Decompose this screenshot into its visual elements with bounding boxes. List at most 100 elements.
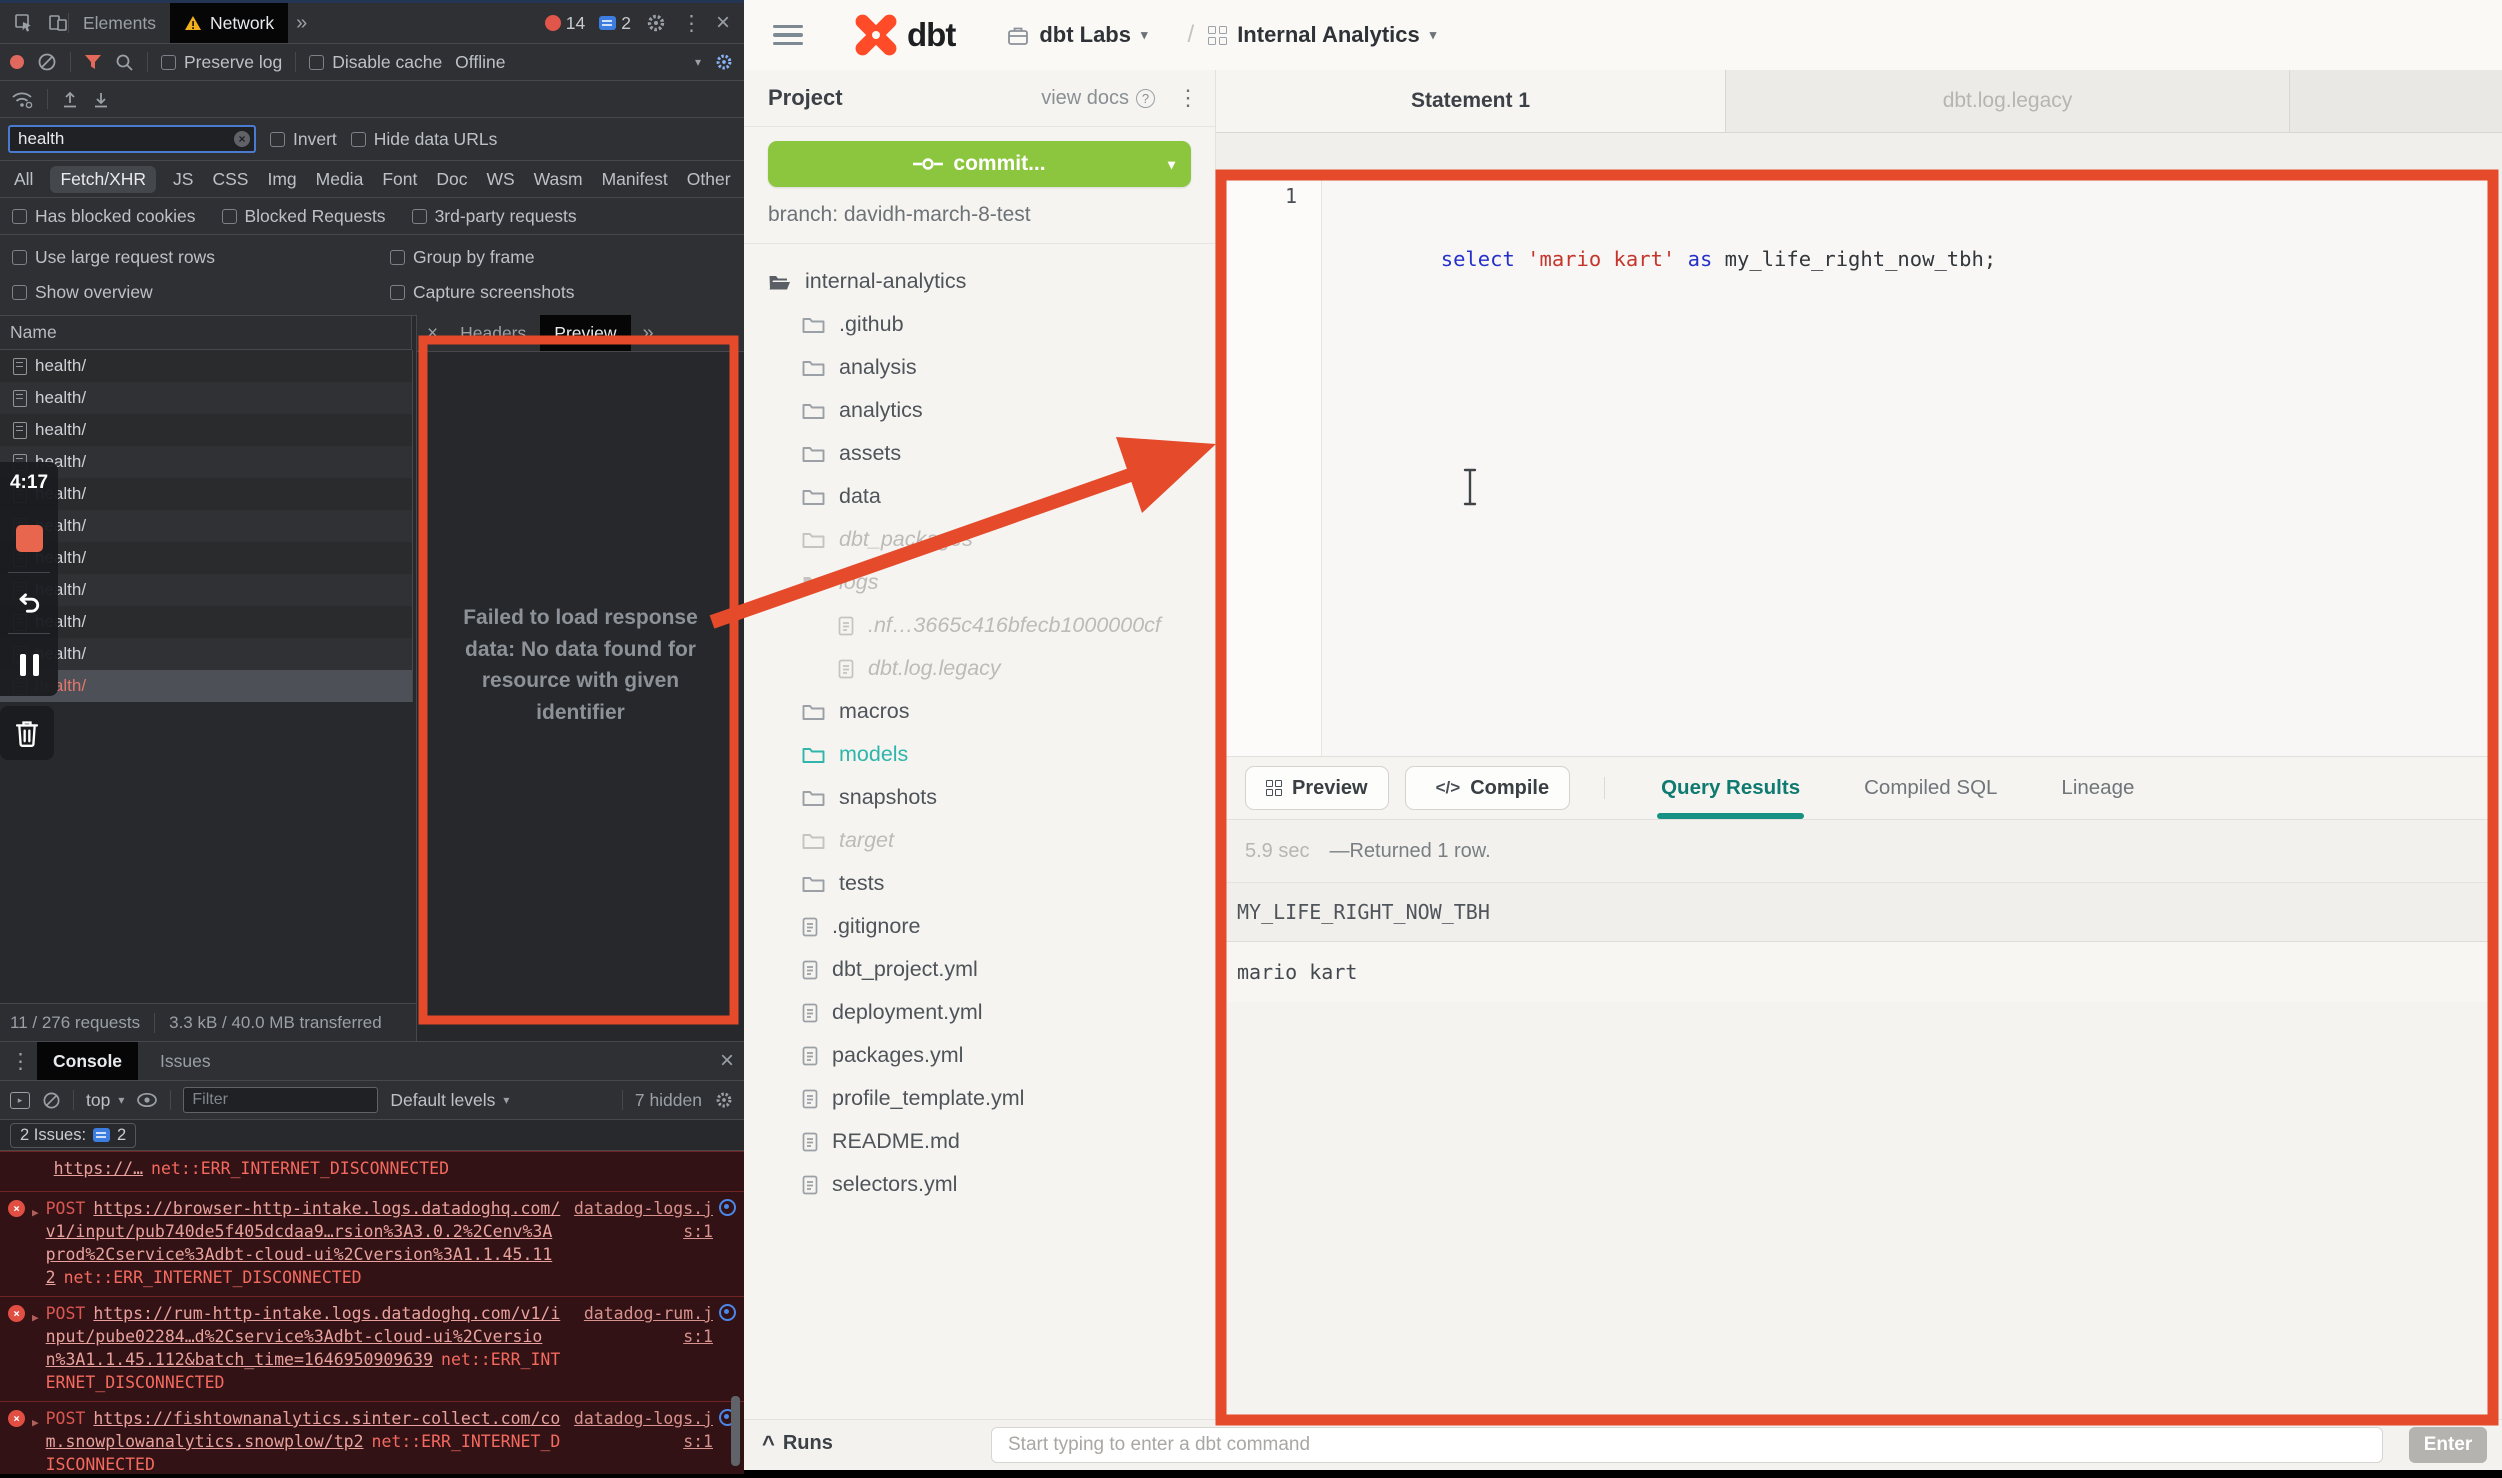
source-badge-icon[interactable]	[719, 1199, 736, 1216]
console-sidebar-icon[interactable]: ▸	[10, 1092, 30, 1109]
inspect-element-icon[interactable]	[14, 13, 34, 33]
search-icon[interactable]	[115, 53, 134, 72]
preview-button[interactable]: Preview	[1245, 766, 1389, 810]
device-toolbar-icon[interactable]	[48, 13, 68, 33]
file-tree-item[interactable]: deployment.yml	[744, 991, 1215, 1034]
filter-funnel-icon[interactable]	[84, 54, 102, 70]
type-filter[interactable]: Img	[265, 166, 298, 193]
preserve-log-checkbox[interactable]: Preserve log	[161, 52, 282, 73]
clear-icon[interactable]	[37, 52, 57, 72]
throttling-caret-icon[interactable]: ▾	[695, 55, 701, 69]
network-request-row[interactable]: health/	[0, 606, 412, 638]
network-conditions-icon[interactable]	[10, 89, 34, 109]
sidebar-menu-icon[interactable]: ⋮	[1177, 85, 1199, 111]
detail-tab[interactable]: Preview	[540, 315, 630, 351]
more-tabs-icon[interactable]: »	[288, 12, 315, 35]
clear-console-icon[interactable]	[42, 1091, 61, 1110]
file-tree-item[interactable]: assets	[744, 432, 1215, 475]
results-tab[interactable]: Compiled SQL	[1864, 757, 1997, 819]
close-detail-icon[interactable]: ×	[427, 324, 438, 343]
error-count-badge[interactable]: 14	[545, 13, 585, 34]
network-settings-gear-icon[interactable]	[714, 52, 734, 72]
network-option-checkbox[interactable]: 3rd-party requests	[412, 206, 577, 227]
type-filter[interactable]: WS	[484, 166, 516, 193]
network-request-row[interactable]: health/	[0, 382, 412, 414]
tab-elements[interactable]: Elements	[69, 3, 170, 43]
console-filter-input[interactable]	[183, 1087, 378, 1113]
expand-arrow-icon[interactable]: ▶	[32, 1201, 39, 1224]
type-filter[interactable]: CSS	[210, 166, 250, 193]
type-filter[interactable]: All	[12, 166, 35, 193]
file-tree-item[interactable]: dbt_project.yml	[744, 948, 1215, 991]
close-drawer-icon[interactable]: ×	[720, 1049, 734, 1073]
file-tree-item[interactable]: snapshots	[744, 776, 1215, 819]
file-tree-item[interactable]: selectors.yml	[744, 1163, 1215, 1206]
issues-chip[interactable]: 2 Issues: 2	[10, 1123, 136, 1148]
file-tree-item[interactable]: data	[744, 475, 1215, 518]
commit-dropdown-icon[interactable]: ▾	[1168, 156, 1175, 173]
expand-arrow-icon[interactable]: ▶	[32, 1411, 39, 1434]
network-option-checkbox[interactable]: Capture screenshots	[390, 282, 732, 303]
delete-recording-button[interactable]	[0, 706, 54, 760]
enter-button[interactable]: Enter	[2409, 1427, 2487, 1463]
file-tree-item[interactable]: .nf…3665c416bfecb1000000cf	[744, 604, 1215, 647]
error-source-link[interactable]: datadog-rum.js:1	[568, 1302, 713, 1348]
commit-button[interactable]: commit... ▾	[768, 141, 1191, 187]
project-switcher[interactable]: Internal Analytics ▾	[1208, 22, 1436, 48]
expand-arrow-icon[interactable]: ▶	[32, 1306, 39, 1329]
close-devtools-icon[interactable]: ×	[716, 11, 730, 35]
throttling-dropdown[interactable]: Offline	[455, 52, 505, 73]
hide-data-urls-checkbox[interactable]: Hide data URLs	[351, 129, 498, 150]
file-tree-item[interactable]: logs	[744, 561, 1215, 604]
runs-toggle[interactable]: ^Runs	[762, 1432, 833, 1455]
network-request-row[interactable]: health/	[0, 638, 412, 670]
error-source-link[interactable]: datadog-logs.js:1	[568, 1197, 713, 1243]
editor-tab[interactable]: Statement 1	[1216, 70, 1726, 132]
network-request-row[interactable]: health/	[0, 510, 412, 542]
network-option-checkbox[interactable]: Has blocked cookies	[12, 206, 196, 227]
console-settings-gear-icon[interactable]	[714, 1090, 734, 1110]
type-filter[interactable]: Doc	[434, 166, 469, 193]
detail-tab[interactable]: Headers	[446, 315, 540, 351]
network-option-checkbox[interactable]: Show overview	[12, 282, 390, 303]
file-tree-item[interactable]: profile_template.yml	[744, 1077, 1215, 1120]
tab-network[interactable]: Network	[170, 3, 288, 43]
settings-gear-icon[interactable]	[645, 12, 667, 34]
error-source-link[interactable]: datadog-logs.js:1	[568, 1407, 713, 1453]
devtools-menu-icon[interactable]: ⋮	[681, 11, 702, 36]
network-option-checkbox[interactable]: Use large request rows	[12, 247, 390, 268]
file-tree-item[interactable]: dbt.log.legacy	[744, 647, 1215, 690]
stop-recording-button[interactable]	[0, 504, 58, 572]
network-request-row[interactable]: health/	[0, 414, 412, 446]
results-row[interactable]: mario kart	[1221, 942, 2494, 1003]
dbt-logo[interactable]: dbt	[853, 12, 955, 58]
account-switcher[interactable]: dbt Labs ▾	[1007, 22, 1147, 48]
file-tree-item[interactable]: internal-analytics	[744, 260, 1215, 303]
compile-button[interactable]: </> Compile	[1405, 766, 1571, 810]
file-tree-item[interactable]: models	[744, 733, 1215, 776]
network-request-row[interactable]: health/	[0, 542, 412, 574]
disable-cache-checkbox[interactable]: Disable cache	[309, 52, 442, 73]
file-tree-item[interactable]: packages.yml	[744, 1034, 1215, 1077]
context-selector[interactable]: top▾	[86, 1090, 124, 1111]
tab-console[interactable]: Console	[37, 1042, 138, 1080]
record-icon[interactable]	[10, 55, 24, 69]
network-filter-input[interactable]	[8, 125, 256, 153]
type-filter[interactable]: Other	[685, 166, 733, 193]
log-levels-dropdown[interactable]: Default levels▾	[390, 1090, 509, 1111]
invert-checkbox[interactable]: Invert	[270, 129, 337, 150]
view-docs-link[interactable]: view docs?	[1041, 87, 1155, 110]
file-tree-item[interactable]: analysis	[744, 346, 1215, 389]
results-tab[interactable]: Query Results	[1661, 757, 1800, 819]
file-tree-item[interactable]: target	[744, 819, 1215, 862]
network-request-row[interactable]: health/	[0, 446, 412, 478]
tab-issues[interactable]: Issues	[144, 1042, 227, 1080]
network-request-row[interactable]: health/	[0, 478, 412, 510]
results-tab[interactable]: Lineage	[2061, 757, 2134, 819]
type-filter[interactable]: Font	[380, 166, 419, 193]
error-url-link[interactable]: https://…	[54, 1159, 143, 1178]
clear-filter-icon[interactable]: ×	[234, 131, 250, 147]
eye-icon[interactable]	[136, 1092, 158, 1108]
file-tree-item[interactable]: tests	[744, 862, 1215, 905]
network-option-checkbox[interactable]: Group by frame	[390, 247, 732, 268]
